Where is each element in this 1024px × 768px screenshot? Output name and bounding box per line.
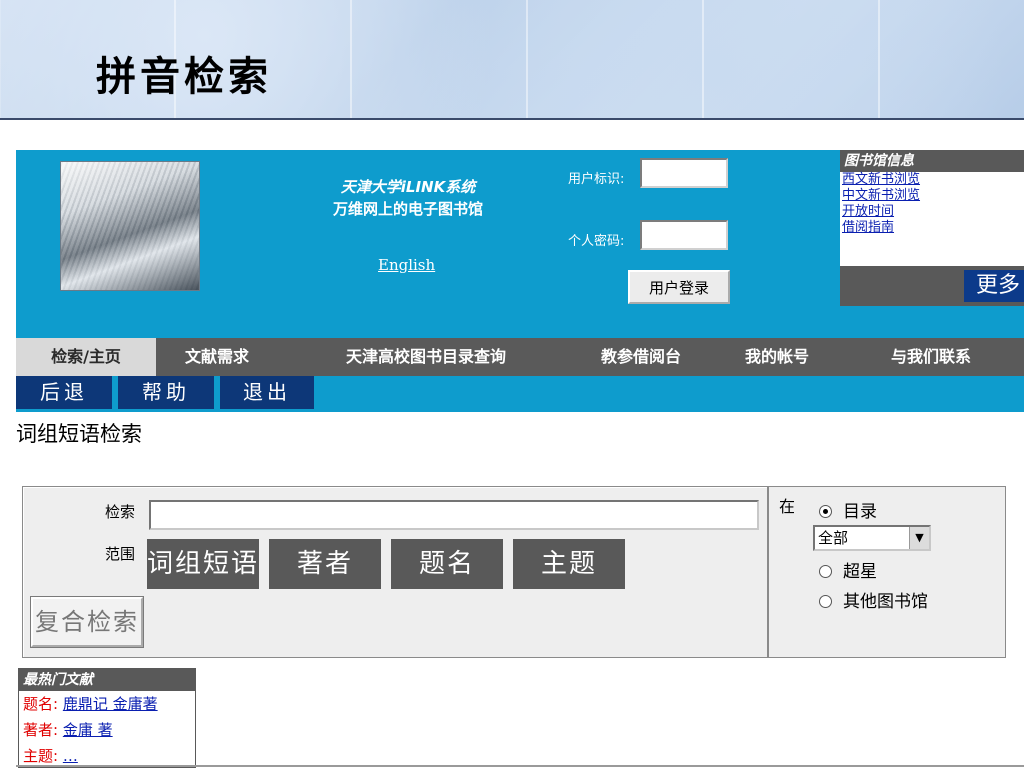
catalog-radio[interactable]	[819, 505, 832, 518]
catalog-select-value: 全部	[818, 529, 849, 547]
system-name-line1: 天津大学iLINK系统	[340, 178, 476, 196]
tab-tianjin-catalog[interactable]: 天津高校图书目录查询	[306, 338, 546, 376]
catalog-select[interactable]: 全部 ▼	[813, 525, 931, 551]
tab-reserve-desk[interactable]: 教参借阅台	[576, 338, 706, 376]
hot-docs-key: 著者:	[23, 721, 59, 739]
password-label: 个人密码:	[568, 234, 625, 249]
hot-docs-title: 最热门文献	[19, 669, 195, 691]
other-libraries-radio[interactable]	[819, 595, 832, 608]
search-form: 检索 范围 词组短语 著者 题名 主题 复合检索	[22, 486, 768, 658]
tab-document-request[interactable]: 文献需求	[162, 338, 272, 376]
user-id-label: 用户标识:	[568, 172, 625, 187]
sub-nav-bar: 后退 帮助 退出	[16, 376, 1024, 412]
hot-docs-link[interactable]: 金庸 著	[63, 721, 113, 739]
book-image	[60, 161, 200, 291]
hot-docs-row: 著者: 金庸 著	[19, 717, 195, 743]
bottom-divider	[16, 765, 1024, 767]
scope-label: 范围	[105, 545, 136, 563]
hot-docs-key: 主题:	[23, 747, 59, 765]
english-link[interactable]: English	[378, 256, 435, 274]
catalog-label: 目录	[843, 502, 877, 522]
search-input[interactable]	[149, 500, 759, 530]
top-panel: 天津大学iLINK系统 万维网上的电子图书馆 English 用户标识: 个人密…	[16, 150, 1024, 338]
user-id-input[interactable]	[640, 158, 728, 188]
library-more-bar: 更多	[840, 266, 1024, 306]
hot-docs-box: 最热门文献 题名: 鹿鼎记 金庸著 著者: 金庸 著 主题: …	[18, 668, 196, 768]
section-title: 词组短语检索	[16, 422, 142, 446]
complex-search-button[interactable]: 复合检索	[30, 596, 144, 648]
slide-header: 拼音检索	[0, 0, 1024, 120]
hot-docs-link[interactable]: 鹿鼎记 金庸著	[63, 695, 158, 713]
hot-docs-key: 题名:	[23, 695, 59, 713]
password-input[interactable]	[640, 220, 728, 250]
scope-author-button[interactable]: 著者	[269, 539, 381, 589]
search-options: 在 目录 全部 ▼ 超星 其他图书馆	[768, 486, 1006, 658]
nav-bar: 检索/主页 文献需求 天津高校图书目录查询 教参借阅台 我的帐号 与我们联系	[16, 338, 1024, 376]
tab-search-home[interactable]: 检索/主页	[16, 338, 156, 376]
superstar-radio[interactable]	[819, 565, 832, 578]
slide-title: 拼音检索	[96, 53, 272, 100]
dropdown-arrow-icon[interactable]: ▼	[909, 527, 929, 549]
other-libraries-label: 其他图书馆	[843, 592, 928, 612]
search-label: 检索	[105, 503, 136, 521]
back-button[interactable]: 后退	[16, 376, 112, 409]
superstar-label: 超星	[843, 562, 877, 582]
page: 拼音检索 天津大学iLINK系统 万维网上的电子图书馆 English 用户标识…	[0, 0, 1024, 768]
scope-phrase-button[interactable]: 词组短语	[147, 539, 259, 589]
system-name-line2: 万维网上的电子图书馆	[332, 200, 483, 218]
library-more-button[interactable]: 更多	[964, 270, 1024, 302]
in-label: 在	[779, 497, 796, 516]
tab-contact-us[interactable]: 与我们联系	[856, 338, 1006, 376]
library-link-western-new-books[interactable]: 西文新书浏览	[840, 172, 1024, 188]
help-button[interactable]: 帮助	[118, 376, 214, 409]
scope-subject-button[interactable]: 主题	[513, 539, 625, 589]
system-name: 天津大学iLINK系统 万维网上的电子图书馆	[308, 176, 508, 220]
library-info-box: 图书馆信息 西文新书浏览 中文新书浏览 开放时间 借阅指南 更多	[840, 150, 1024, 306]
login-button[interactable]: 用户登录	[628, 270, 730, 304]
library-link-borrowing-guide[interactable]: 借阅指南	[840, 220, 1024, 236]
hot-docs-row: 题名: 鹿鼎记 金庸著	[19, 691, 195, 717]
tab-my-account[interactable]: 我的帐号	[722, 338, 832, 376]
exit-button[interactable]: 退出	[220, 376, 314, 409]
library-link-opening-hours[interactable]: 开放时间	[840, 204, 1024, 220]
scope-title-button[interactable]: 题名	[391, 539, 503, 589]
library-info-title: 图书馆信息	[840, 150, 1024, 172]
hot-docs-link[interactable]: …	[63, 747, 78, 765]
library-link-chinese-new-books[interactable]: 中文新书浏览	[840, 188, 1024, 204]
